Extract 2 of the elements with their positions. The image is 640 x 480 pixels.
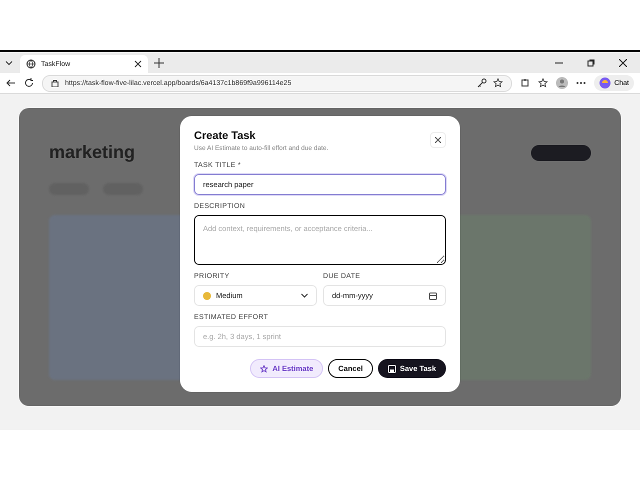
dialog-title: Create Task	[194, 130, 257, 142]
board-title: marketing	[49, 142, 136, 163]
